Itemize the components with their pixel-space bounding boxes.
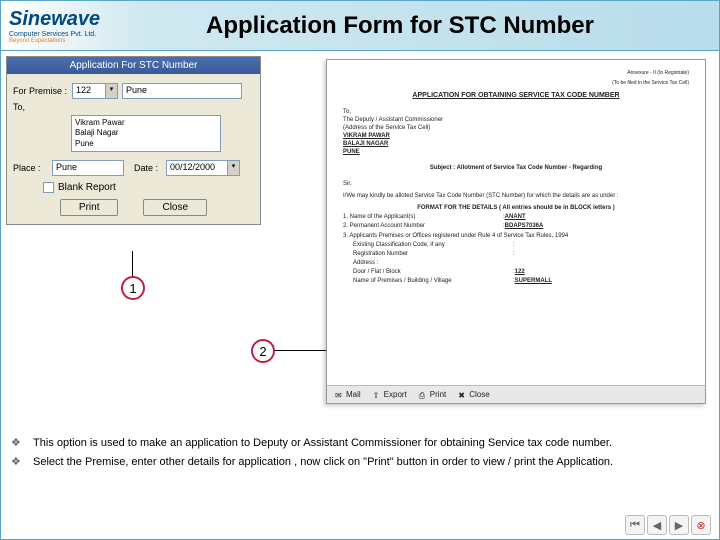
f2-val: BDAPS7036A xyxy=(505,223,544,229)
doc-format: FORMAT FOR THE DETAILS ( All entries sho… xyxy=(343,205,689,211)
nav-close-button[interactable]: ⊗ xyxy=(691,515,711,535)
to-line: Vikram Pawar xyxy=(75,118,217,128)
doc-sir: Sir, xyxy=(343,181,689,187)
f1-val: ANANT xyxy=(505,214,526,220)
close-icon: ✖ xyxy=(458,391,466,399)
to-line: Pune xyxy=(75,139,217,149)
callout-1: 1 xyxy=(121,276,145,300)
f3d-label: Door / Flat / Block xyxy=(353,269,513,275)
to-label: To, xyxy=(13,102,68,112)
logo-tag: Beyond Expectations xyxy=(9,38,113,44)
nav-next-button[interactable]: ▶ xyxy=(669,515,689,535)
f3a-label: Existing Classification Code, if any xyxy=(353,242,513,248)
doc-subject: Subject : Allotment of Service Tax Code … xyxy=(343,165,689,171)
f3c-label: Address : xyxy=(353,260,513,266)
f3d-val: 122 xyxy=(515,269,525,275)
blank-report-label: Blank Report xyxy=(58,182,116,193)
doc-title: APPLICATION FOR OBTAINING SERVICE TAX CO… xyxy=(343,92,689,99)
to-line: Balaji Nagar xyxy=(75,128,217,138)
logo-main: Sinewave xyxy=(9,8,113,31)
stc-dialog: Application For STC Number For Premise :… xyxy=(6,56,261,225)
place-label: Place : xyxy=(13,163,48,173)
annexure-note: Annexure - II (to Registrate) xyxy=(343,70,689,76)
doc-body: I/We may kindly be alloted Service Tax C… xyxy=(343,193,689,199)
bullet-icon: ❖ xyxy=(11,454,33,471)
blank-report-checkbox[interactable] xyxy=(43,182,54,193)
logo: Sinewave Computer Services Pvt. Ltd. Bey… xyxy=(1,3,121,49)
to-textarea[interactable]: Vikram Pawar Balaji Nagar Pune xyxy=(71,115,221,152)
export-button[interactable]: ⇪Export xyxy=(373,390,407,399)
close-button[interactable]: Close xyxy=(143,199,207,216)
date-input[interactable]: 00/12/2000 xyxy=(166,160,228,176)
nav-prev-button[interactable]: ◀ xyxy=(647,515,667,535)
mail-button[interactable]: ✉Mail xyxy=(335,390,361,399)
premise-city-input[interactable]: Pune xyxy=(122,83,242,99)
page-title: Application Form for STC Number xyxy=(121,12,719,40)
note-1: This option is used to make an applicati… xyxy=(33,435,612,452)
slide-nav: ⏮ ◀ ▶ ⊗ xyxy=(625,515,711,535)
place-input[interactable]: Pune xyxy=(52,160,124,176)
print-preview: Annexure - II (to Registrate) (To be fil… xyxy=(326,59,706,404)
mail-icon: ✉ xyxy=(335,391,343,399)
callout-2: 2 xyxy=(251,339,275,363)
callout-line xyxy=(275,350,326,351)
doc-addr2: BALAJI NAGAR xyxy=(343,141,433,147)
preview-toolbar: ✉Mail ⇪Export ⎙Print ✖Close xyxy=(327,385,705,403)
logo-sub: Computer Services Pvt. Ltd. xyxy=(9,31,113,38)
print-button[interactable]: Print xyxy=(60,199,119,216)
premise-code-input[interactable]: 122 xyxy=(72,83,106,99)
doc-to2: (Address of the Service Tax Cell) xyxy=(343,125,689,131)
f2-label: 2. Permanent Account Number xyxy=(343,223,503,229)
print-icon: ⎙ xyxy=(419,391,427,399)
nav-first-button[interactable]: ⏮ xyxy=(625,515,645,535)
f1-label: 1. Name of the Applicant(s) xyxy=(343,214,503,220)
f3e-val: SUPERMALL xyxy=(515,278,552,284)
note-2: Select the Premise, enter other details … xyxy=(33,454,613,471)
doc-addr3: PUNE xyxy=(343,149,433,155)
export-icon: ⇪ xyxy=(373,391,381,399)
date-label: Date : xyxy=(134,163,162,173)
doc-to1: The Deputy / Assistant Commissioner xyxy=(343,117,689,123)
bullet-icon: ❖ xyxy=(11,435,33,452)
toolbar-print-button[interactable]: ⎙Print xyxy=(419,390,446,399)
cell-note: (To be filed in the Service Tax Cell) xyxy=(343,80,689,86)
toolbar-close-button[interactable]: ✖Close xyxy=(458,390,489,399)
f3e-label: Name of Premises / Building / Village xyxy=(353,278,513,284)
f3-label: 3. Applicants Premises or Offices regist… xyxy=(343,233,689,239)
f3b-label: Registration Number xyxy=(353,251,513,257)
dialog-title: Application For STC Number xyxy=(7,57,260,74)
callout-line xyxy=(132,251,133,276)
premise-dropdown-icon[interactable]: ▾ xyxy=(106,83,118,99)
date-dropdown-icon[interactable]: ▾ xyxy=(228,160,240,176)
doc-to: To, xyxy=(343,109,689,115)
premise-label: For Premise : xyxy=(13,86,68,96)
notes: ❖This option is used to make an applicat… xyxy=(11,433,709,472)
doc-addr1: VIKRAM PAWAR xyxy=(343,133,433,139)
